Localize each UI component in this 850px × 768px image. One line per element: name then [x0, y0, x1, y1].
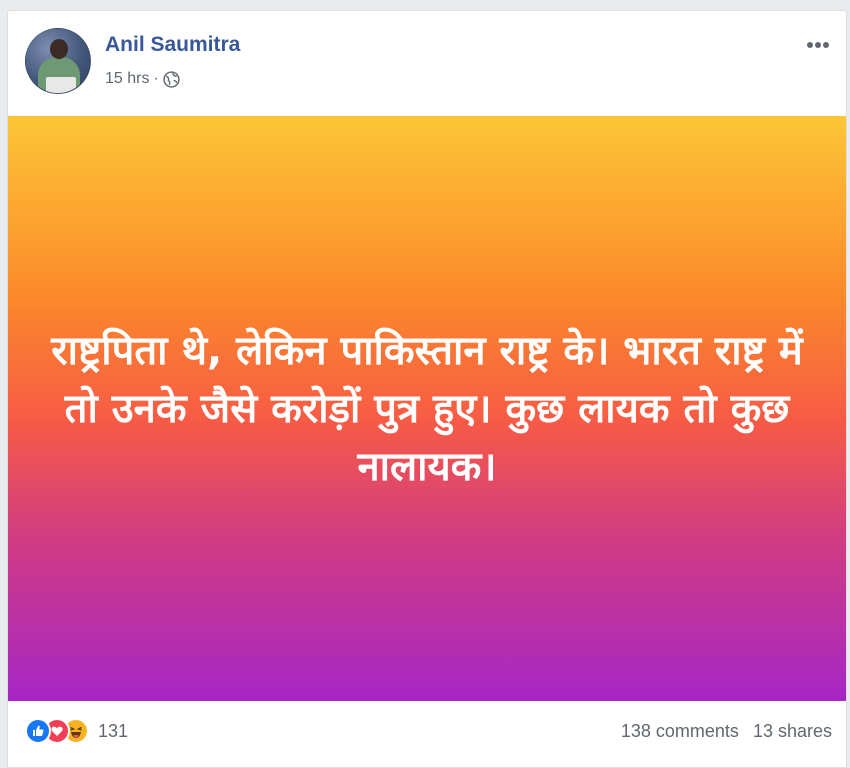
- meta-separator: ·: [153, 70, 159, 87]
- avatar-person-head: [50, 39, 68, 59]
- globe-icon[interactable]: [163, 70, 180, 88]
- post-card: Anil Saumitra 15 hrs · राष्ट्रपिता थे, ल…: [7, 10, 847, 768]
- post-footer: 131 138 comments 13 shares: [8, 701, 846, 767]
- author-avatar[interactable]: [25, 28, 91, 94]
- shares-count-link[interactable]: 13 shares: [753, 721, 832, 742]
- post-meta: 15 hrs ·: [105, 70, 180, 88]
- reaction-count: 131: [98, 720, 129, 741]
- more-options-icon[interactable]: [804, 35, 832, 55]
- reactions-summary[interactable]: 131: [25, 718, 128, 744]
- post-text: राष्ट्रपिता थे, लेकिन पाकिस्तान राष्ट्र …: [51, 327, 803, 490]
- avatar-podium: [46, 77, 76, 93]
- post-timestamp[interactable]: 15 hrs: [105, 70, 149, 88]
- post-header: Anil Saumitra 15 hrs ·: [8, 11, 846, 116]
- author-name-link[interactable]: Anil Saumitra: [105, 33, 240, 57]
- like-icon: [25, 718, 51, 744]
- comments-count-link[interactable]: 138 comments: [621, 721, 739, 742]
- text-background-banner: राष्ट्रपिता थे, लेकिन पाकिस्तान राष्ट्र …: [8, 116, 846, 701]
- engagement-stats: 138 comments 13 shares: [621, 721, 832, 742]
